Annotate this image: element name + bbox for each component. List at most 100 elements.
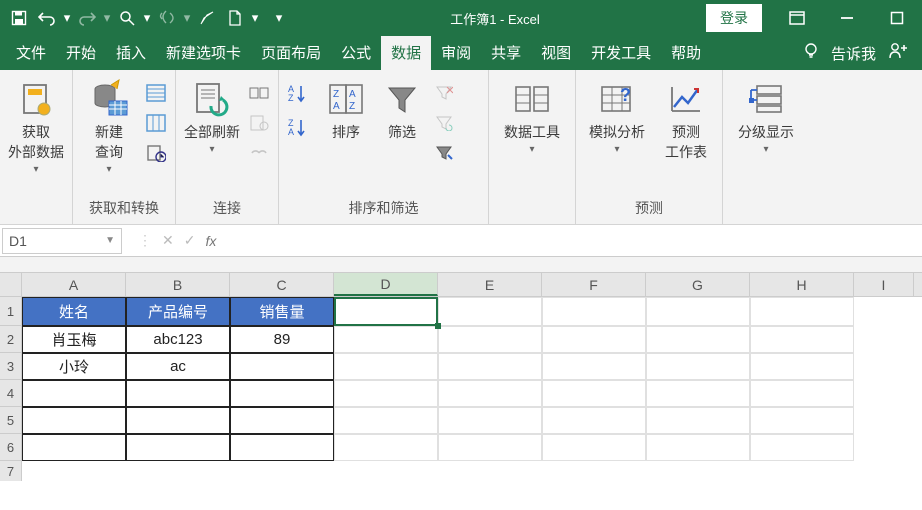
cell-A6[interactable] [22, 434, 126, 461]
cell-F2[interactable] [542, 326, 646, 353]
enter-icon[interactable]: ✓ [184, 232, 196, 249]
cell-C5[interactable] [230, 407, 334, 434]
tab-insert[interactable]: 插入 [106, 36, 156, 70]
undo-dropdown[interactable]: ▾ [62, 10, 72, 26]
cell-F3[interactable] [542, 353, 646, 380]
show-queries-icon[interactable] [143, 80, 169, 106]
cell-C3[interactable] [230, 353, 334, 380]
forecast-sheet-button[interactable]: 预测 工作表 [656, 78, 716, 162]
formula-input[interactable] [240, 228, 922, 254]
minimize-icon[interactable] [822, 0, 872, 36]
tab-review[interactable]: 审阅 [431, 36, 481, 70]
cell-G4[interactable] [646, 380, 750, 407]
col-header-G[interactable]: G [646, 273, 750, 296]
filter-button[interactable]: 筛选 [377, 78, 427, 142]
tab-newtab[interactable]: 新建选项卡 [156, 36, 251, 70]
new-file-dropdown[interactable]: ▾ [250, 10, 260, 26]
recent-sources-icon[interactable] [143, 140, 169, 166]
cell-A4[interactable] [22, 380, 126, 407]
cell-A2[interactable]: 肖玉梅 [22, 326, 126, 353]
row-header-7[interactable]: 7 [0, 461, 22, 481]
cell-E5[interactable] [438, 407, 542, 434]
whatif-button[interactable]: ? 模拟分析 [582, 78, 652, 155]
col-header-I[interactable]: I [854, 273, 914, 296]
touch-dropdown[interactable]: ▾ [182, 10, 192, 26]
cell-D6[interactable] [334, 434, 438, 461]
name-box[interactable]: D1 ▼ [2, 228, 122, 254]
cell-C4[interactable] [230, 380, 334, 407]
cell-E1[interactable] [438, 297, 542, 326]
edit-links-icon[interactable] [246, 140, 272, 166]
row-header-5[interactable]: 5 [0, 407, 22, 434]
properties-icon[interactable] [246, 110, 272, 136]
touch-icon[interactable] [154, 6, 180, 30]
search-icon[interactable] [114, 6, 140, 30]
row-header-3[interactable]: 3 [0, 353, 22, 380]
cell-C6[interactable] [230, 434, 334, 461]
connections-icon[interactable] [246, 80, 272, 106]
col-header-H[interactable]: H [750, 273, 854, 296]
tab-layout[interactable]: 页面布局 [251, 36, 331, 70]
reapply-icon[interactable] [431, 110, 457, 136]
tab-data[interactable]: 数据 [381, 36, 431, 70]
row-header-2[interactable]: 2 [0, 326, 22, 353]
cell-B2[interactable]: abc123 [126, 326, 230, 353]
tab-help[interactable]: 帮助 [661, 36, 711, 70]
col-header-B[interactable]: B [126, 273, 230, 296]
brush-icon[interactable] [194, 6, 220, 30]
select-all-corner[interactable] [0, 273, 22, 296]
from-table-icon[interactable] [143, 110, 169, 136]
cell-C2[interactable]: 89 [230, 326, 334, 353]
cell-F5[interactable] [542, 407, 646, 434]
cell-E3[interactable] [438, 353, 542, 380]
redo-dropdown[interactable]: ▾ [102, 10, 112, 26]
col-header-A[interactable]: A [22, 273, 126, 296]
save-icon[interactable] [6, 6, 32, 30]
search-dropdown[interactable]: ▾ [142, 10, 152, 26]
tab-formula[interactable]: 公式 [331, 36, 381, 70]
cell-D3[interactable] [334, 353, 438, 380]
cell-B1[interactable]: 产品编号 [126, 297, 230, 326]
sort-za-icon[interactable]: ZA [285, 114, 311, 140]
col-header-F[interactable]: F [542, 273, 646, 296]
cell-B3[interactable]: ac [126, 353, 230, 380]
cells-area[interactable]: 姓名 产品编号 销售量 肖玉梅abc12389 小玲ac [22, 297, 854, 481]
cell-D5[interactable] [334, 407, 438, 434]
qat-customize[interactable]: ▾ [274, 10, 284, 26]
maximize-icon[interactable] [872, 0, 922, 36]
cell-H5[interactable] [750, 407, 854, 434]
cell-D1[interactable] [334, 297, 438, 326]
cell-H3[interactable] [750, 353, 854, 380]
tab-dev[interactable]: 开发工具 [581, 36, 661, 70]
undo-icon[interactable] [34, 6, 60, 30]
cell-G5[interactable] [646, 407, 750, 434]
login-button[interactable]: 登录 [706, 4, 762, 32]
sort-button[interactable]: ZAAZ 排序 [319, 78, 373, 142]
cell-E4[interactable] [438, 380, 542, 407]
tab-view[interactable]: 视图 [531, 36, 581, 70]
spreadsheet[interactable]: A B C D E F G H I 1 2 3 4 5 6 7 姓名 产品编号 … [0, 273, 922, 481]
cell-A5[interactable] [22, 407, 126, 434]
row-header-6[interactable]: 6 [0, 434, 22, 461]
cell-A1[interactable]: 姓名 [22, 297, 126, 326]
fx-icon[interactable]: fx [205, 233, 224, 249]
row-header-4[interactable]: 4 [0, 380, 22, 407]
cell-E6[interactable] [438, 434, 542, 461]
cell-F1[interactable] [542, 297, 646, 326]
cell-E2[interactable] [438, 326, 542, 353]
cell-G1[interactable] [646, 297, 750, 326]
fill-handle[interactable] [435, 323, 441, 329]
cell-A3[interactable]: 小玲 [22, 353, 126, 380]
tell-me[interactable]: 告诉我 [831, 43, 876, 64]
cell-H4[interactable] [750, 380, 854, 407]
get-external-data-button[interactable]: 获取 外部数据 [6, 78, 66, 175]
col-header-D[interactable]: D [334, 273, 438, 296]
tab-share[interactable]: 共享 [481, 36, 531, 70]
outline-button[interactable]: 分级显示 [729, 78, 803, 155]
cell-G3[interactable] [646, 353, 750, 380]
cell-D4[interactable] [334, 380, 438, 407]
new-file-icon[interactable] [222, 6, 248, 30]
cell-C1[interactable]: 销售量 [230, 297, 334, 326]
col-header-E[interactable]: E [438, 273, 542, 296]
share-icon[interactable] [888, 41, 908, 65]
